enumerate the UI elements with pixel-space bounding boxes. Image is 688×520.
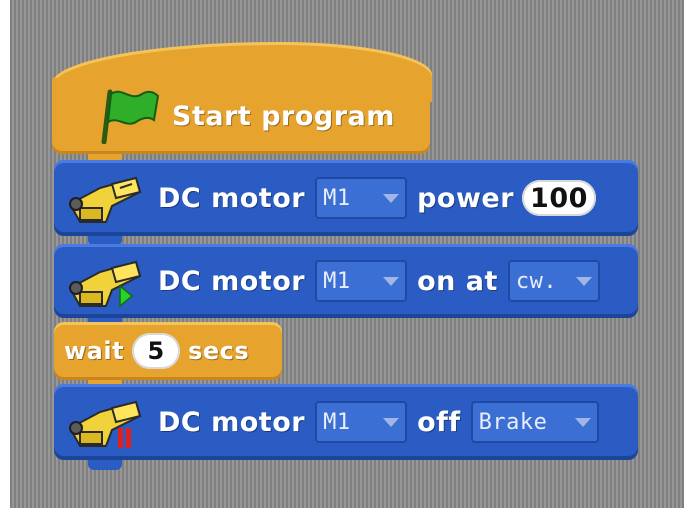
power-label: power — [417, 182, 515, 214]
wait-label: wait — [64, 337, 125, 365]
motor-port-value: M1 — [323, 268, 351, 294]
off-label: off — [417, 406, 461, 438]
motor-icon — [68, 176, 142, 223]
stop-mode-value: Brake — [478, 409, 548, 435]
motor-on-icon — [68, 260, 142, 308]
on-at-label: on at — [417, 265, 498, 297]
dc-motor-power-block[interactable]: DC motor M1 power 100 — [54, 160, 638, 236]
motor-port-dropdown[interactable]: M1 — [315, 177, 408, 219]
dc-motor-off-block[interactable]: DC motor M1 off Brake — [54, 384, 638, 460]
motor-port-dropdown[interactable]: M1 — [315, 401, 408, 443]
dc-motor-label: DC motor — [158, 406, 306, 438]
start-program-label: Start program — [172, 100, 395, 132]
direction-value: cw. — [515, 268, 558, 294]
chevron-down-icon — [383, 417, 400, 427]
motor-port-dropdown[interactable]: M1 — [315, 260, 408, 302]
chevron-down-icon — [383, 276, 400, 286]
chevron-down-icon — [574, 417, 591, 427]
direction-dropdown[interactable]: cw. — [507, 260, 600, 302]
motor-notch — [88, 460, 122, 470]
start-program-block[interactable]: Start program — [52, 78, 430, 154]
wait-block[interactable]: wait 5 secs — [54, 322, 282, 380]
secs-label: secs — [188, 337, 250, 365]
wait-seconds-input[interactable]: 5 — [132, 333, 181, 369]
motor-off-icon — [68, 400, 142, 448]
dc-motor-on-block[interactable]: DC motor M1 on at cw. — [54, 244, 638, 318]
green-flag-icon — [101, 89, 160, 144]
motor-port-value: M1 — [323, 409, 351, 435]
dc-motor-label: DC motor — [158, 182, 306, 214]
stop-mode-dropdown[interactable]: Brake — [470, 401, 599, 443]
chevron-down-icon — [383, 193, 400, 203]
dc-motor-label: DC motor — [158, 265, 306, 297]
power-value-input[interactable]: 100 — [522, 180, 596, 216]
motor-port-value: M1 — [323, 185, 351, 211]
chevron-down-icon — [575, 276, 592, 286]
